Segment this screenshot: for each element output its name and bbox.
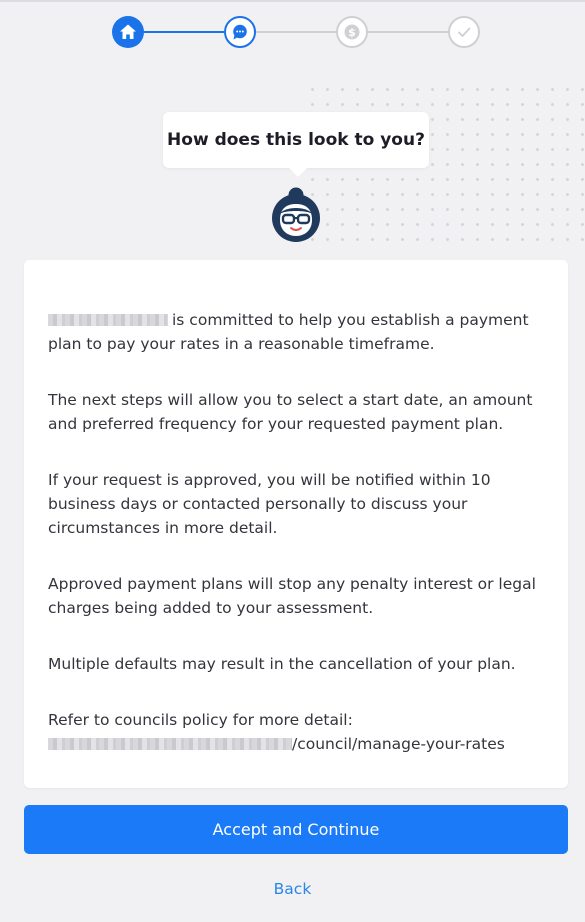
assistant-avatar-icon <box>272 187 320 242</box>
next-steps-paragraph: The next steps will allow you to select … <box>48 391 533 433</box>
penalty-paragraph: Approved payment plans will stop any pen… <box>48 575 536 617</box>
back-link[interactable]: Back <box>0 880 585 898</box>
home-icon <box>120 24 136 39</box>
stepper-connector-completed <box>144 31 224 33</box>
checkmark-icon <box>458 27 471 37</box>
chat-bubble-icon <box>233 24 247 40</box>
policy-paragraph: Refer to councils policy for more detail… <box>48 708 544 756</box>
accept-and-continue-button[interactable]: Accept and Continue <box>24 805 568 854</box>
progress-stepper: $ <box>0 0 585 64</box>
step-confirm[interactable] <box>448 16 480 48</box>
speech-bubble: How does this look to you? <box>163 112 429 177</box>
policy-label: Refer to councils policy for more detail… <box>48 711 353 729</box>
bubble-question: How does this look to you? <box>167 130 425 150</box>
information-card: is committed to help you establish a pay… <box>24 260 568 788</box>
step-payment[interactable]: $ <box>336 16 368 48</box>
stepper-connector <box>368 31 448 33</box>
intro-paragraph: is committed to help you establish a pay… <box>48 311 529 353</box>
redacted-domain <box>48 738 292 750</box>
defaults-paragraph: Multiple defaults may result in the canc… <box>48 655 516 673</box>
step-review[interactable] <box>224 16 256 48</box>
redacted-council-name <box>48 314 168 326</box>
step-home[interactable] <box>112 16 144 48</box>
stepper-connector <box>256 31 336 33</box>
approval-paragraph: If your request is approved, you will be… <box>48 471 491 537</box>
svg-text:$: $ <box>348 26 356 39</box>
dollar-icon: $ <box>344 24 360 40</box>
policy-url[interactable]: /council/manage-your-rates <box>292 735 505 753</box>
